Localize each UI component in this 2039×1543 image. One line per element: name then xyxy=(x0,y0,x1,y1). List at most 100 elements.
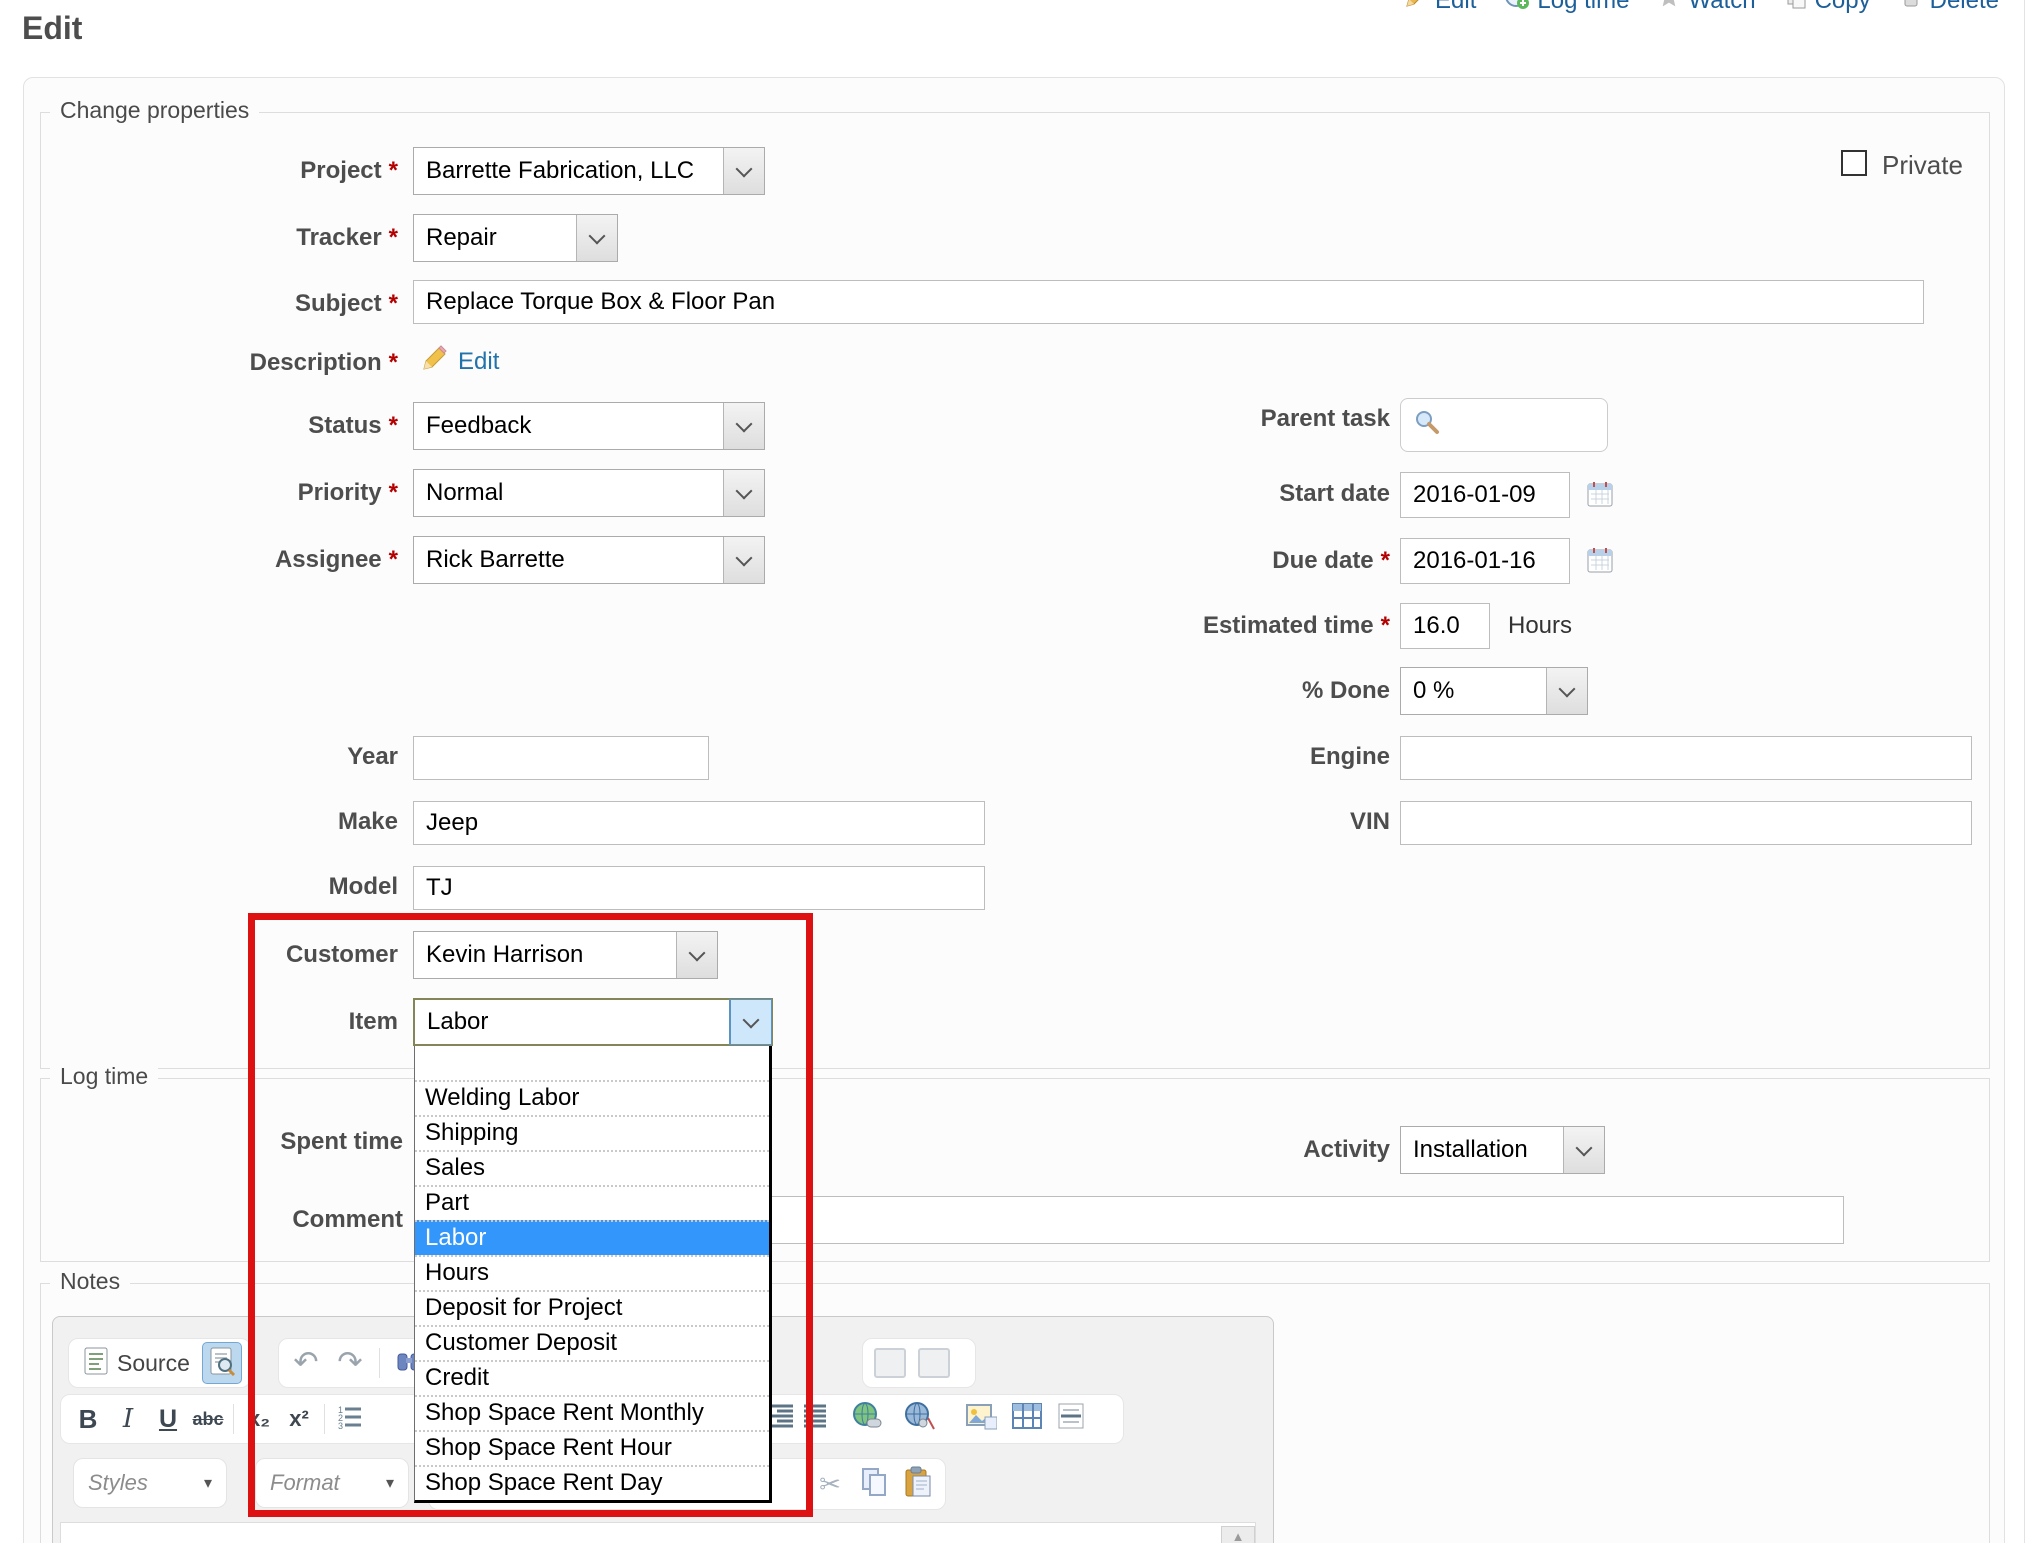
select-arrow-button[interactable] xyxy=(676,932,717,978)
watch-action[interactable]: Watch xyxy=(1657,0,1755,16)
link-button[interactable] xyxy=(848,1398,886,1438)
select-all-icon xyxy=(918,1348,950,1378)
dropdown-option[interactable]: Hours xyxy=(415,1255,769,1290)
justify-button[interactable] xyxy=(796,1398,834,1438)
make-input[interactable]: Jeep xyxy=(413,801,985,845)
source-button-label: Source xyxy=(117,1350,190,1377)
required-asterisk: * xyxy=(389,290,398,317)
log-time-action[interactable]: Log time xyxy=(1504,0,1629,17)
select-arrow-button[interactable] xyxy=(1563,1127,1604,1173)
status-select[interactable]: Feedback xyxy=(413,402,765,450)
pencil-icon xyxy=(1404,0,1428,16)
strikethrough-button[interactable]: abc xyxy=(189,1399,227,1439)
replace-button[interactable] xyxy=(871,1343,909,1383)
description-edit-link[interactable]: Edit xyxy=(458,348,499,376)
editor-toolbar-group: Source xyxy=(68,1338,251,1388)
due-date-label: Due date* xyxy=(1090,547,1390,575)
vin-input[interactable] xyxy=(1400,801,1972,845)
format-combo[interactable]: Format ▾ xyxy=(255,1458,409,1508)
customer-select[interactable]: Kevin Harrison xyxy=(413,931,718,979)
dropdown-option[interactable]: Shipping xyxy=(415,1115,769,1150)
select-arrow-button[interactable] xyxy=(723,148,764,194)
assignee-select[interactable]: Rick Barrette xyxy=(413,536,765,584)
toolbar-separator xyxy=(379,1348,380,1378)
select-arrow-button[interactable] xyxy=(730,1000,771,1044)
model-value: TJ xyxy=(426,874,453,902)
private-checkbox[interactable] xyxy=(1841,150,1867,176)
percent-done-select[interactable]: 0 % xyxy=(1400,667,1588,715)
delete-action[interactable]: Delete xyxy=(1899,0,1999,16)
dropdown-option[interactable]: Shop Space Rent Hour xyxy=(415,1430,769,1465)
select-arrow-button[interactable] xyxy=(723,403,764,449)
horizontal-rule-button[interactable] xyxy=(1052,1398,1090,1438)
tracker-select[interactable]: Repair xyxy=(413,214,618,262)
percent-done-value: 0 % xyxy=(1401,668,1546,714)
comment-label: Comment xyxy=(103,1206,403,1234)
edit-action[interactable]: Edit xyxy=(1404,0,1476,16)
project-select[interactable]: Barrette Fabrication, LLC xyxy=(413,147,765,195)
source-button[interactable]: Source xyxy=(77,1343,196,1383)
select-arrow-button[interactable] xyxy=(576,215,617,261)
parent-task-input[interactable] xyxy=(1400,398,1608,452)
dropdown-option[interactable]: Part xyxy=(415,1185,769,1220)
italic-button[interactable]: I xyxy=(109,1399,147,1439)
select-arrow-button[interactable] xyxy=(723,537,764,583)
paste-clipboard-icon xyxy=(904,1466,932,1503)
dropdown-option[interactable]: Welding Labor xyxy=(415,1080,769,1115)
paste-button[interactable] xyxy=(899,1464,937,1504)
preview-button[interactable] xyxy=(202,1342,242,1384)
subject-value: Replace Torque Box & Floor Pan xyxy=(426,288,775,316)
editor-scrollbar-up-button[interactable]: ▲ xyxy=(1221,1526,1255,1543)
dropdown-option[interactable]: Shop Space Rent Day xyxy=(415,1465,769,1500)
item-select[interactable]: Labor xyxy=(413,998,773,1046)
required-asterisk: * xyxy=(389,349,398,376)
dropdown-option[interactable]: Shop Space Rent Monthly xyxy=(415,1395,769,1430)
styles-combo[interactable]: Styles ▾ xyxy=(73,1458,227,1508)
table-icon xyxy=(1011,1401,1043,1436)
select-all-button[interactable] xyxy=(915,1343,953,1383)
select-arrow-button[interactable] xyxy=(723,470,764,516)
estimated-time-value: 16.0 xyxy=(1413,612,1460,640)
insert-image-button[interactable] xyxy=(962,1398,1000,1438)
dropdown-option[interactable] xyxy=(415,1046,769,1080)
year-input[interactable] xyxy=(413,736,709,780)
dropdown-option[interactable]: Credit xyxy=(415,1360,769,1395)
redo-button[interactable]: ↷ xyxy=(331,1343,369,1383)
chevron-down-icon xyxy=(736,160,753,177)
copy-button[interactable] xyxy=(855,1464,893,1504)
copy-action[interactable]: Copy xyxy=(1784,0,1871,16)
undo-button[interactable]: ↶ xyxy=(287,1343,325,1383)
dropdown-option[interactable]: Labor xyxy=(415,1220,769,1255)
insert-table-button[interactable] xyxy=(1008,1398,1046,1438)
engine-input[interactable] xyxy=(1400,736,1972,780)
underline-button[interactable]: U xyxy=(149,1399,187,1439)
due-date-input[interactable]: 2016-01-16 xyxy=(1400,538,1570,584)
project-label: Project* xyxy=(100,157,398,185)
numbered-list-button[interactable]: 123 xyxy=(331,1399,369,1439)
priority-select[interactable]: Normal xyxy=(413,469,765,517)
redmine-issue-edit-page: Edit Log time Watch Copy Delete Edit Cha… xyxy=(0,0,2039,1543)
required-asterisk: * xyxy=(1381,612,1390,639)
calendar-icon[interactable] xyxy=(1586,546,1614,579)
dropdown-option[interactable]: Deposit for Project xyxy=(415,1290,769,1325)
bold-button[interactable]: B xyxy=(69,1399,107,1439)
replace-icon xyxy=(874,1348,906,1378)
start-date-input[interactable]: 2016-01-09 xyxy=(1400,472,1570,518)
subject-input[interactable]: Replace Torque Box & Floor Pan xyxy=(413,280,1924,324)
issue-action-bar: Edit Log time Watch Copy Delete xyxy=(1404,0,1999,17)
superscript-button[interactable]: x² xyxy=(280,1399,318,1439)
cut-button[interactable]: ✂ xyxy=(811,1464,849,1504)
dropdown-option[interactable]: Sales xyxy=(415,1150,769,1185)
dropdown-option[interactable]: Customer Deposit xyxy=(415,1325,769,1360)
select-arrow-button[interactable] xyxy=(1546,668,1587,714)
activity-select[interactable]: Installation xyxy=(1400,1126,1605,1174)
calendar-icon[interactable] xyxy=(1586,480,1614,513)
model-input[interactable]: TJ xyxy=(413,866,985,910)
cut-icon: ✂ xyxy=(819,1469,841,1500)
item-dropdown[interactable]: Welding LaborShippingSalesPartLaborHours… xyxy=(414,1046,772,1503)
estimated-time-input[interactable]: 16.0 xyxy=(1400,603,1490,649)
unlink-button[interactable] xyxy=(900,1398,938,1438)
subscript-button[interactable]: x₂ xyxy=(240,1399,278,1439)
editor-content-area[interactable] xyxy=(60,1522,1256,1543)
required-asterisk: * xyxy=(389,224,398,251)
